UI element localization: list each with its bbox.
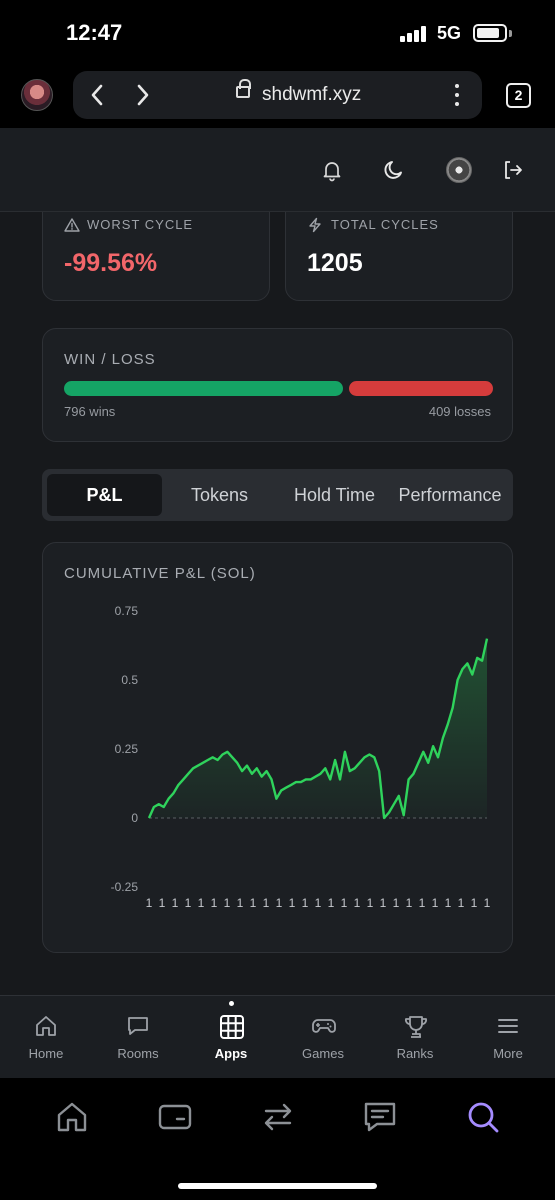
x-tick-label: 1 — [276, 896, 283, 910]
logout-icon[interactable] — [501, 158, 525, 182]
nav-home-label: Home — [28, 1046, 64, 1061]
url-text[interactable]: shdwmf.xyz — [262, 84, 361, 106]
win-loss-card: WIN / LOSS 796 wins 409 losses — [42, 328, 513, 442]
x-tick-label: 1 — [393, 896, 400, 910]
nav-apps[interactable]: Apps — [185, 996, 277, 1079]
pnl-chart-card: CUMULATIVE P&L (SOL) 0.75 0.5 0.25 0 -0.25 1 1… — [42, 542, 513, 953]
losses-bar — [349, 381, 493, 396]
x-tick-label: 1 — [354, 896, 361, 910]
tab-tokens[interactable]: Tokens — [162, 474, 277, 516]
x-tick-label: 1 — [237, 896, 244, 910]
lock-icon — [236, 79, 251, 98]
nav-more-label: More — [493, 1046, 523, 1061]
back-icon[interactable] — [89, 82, 105, 108]
x-tick-label: 1 — [471, 896, 478, 910]
y-tick-label: 0.75 — [115, 604, 139, 618]
losses-count: 409 losses — [428, 404, 491, 419]
trophy-icon — [405, 1016, 427, 1038]
x-tick-label: 1 — [289, 896, 296, 910]
status-time: 12:47 — [66, 20, 123, 45]
tab-pnl[interactable]: P&L — [47, 474, 162, 516]
y-tick-label: 0.5 — [121, 673, 138, 687]
wins-bar — [64, 381, 344, 396]
browser-bar: shdwmf.xyz 2 — [0, 62, 555, 128]
x-tick-label: 1 — [146, 896, 153, 910]
x-tick-label: 1 — [211, 896, 218, 910]
x-tick-label: 1 — [367, 896, 374, 910]
app-bottom-nav: Home Rooms Apps Games Ranks More — [0, 995, 555, 1078]
x-tick-label: 1 — [445, 896, 452, 910]
tab-hold-time[interactable]: Hold Time — [277, 474, 392, 516]
total-cycles-label: TOTAL CYCLES — [331, 217, 439, 232]
signal-icon — [400, 26, 428, 42]
active-indicator — [229, 1001, 234, 1006]
x-tick-label: 1 — [419, 896, 426, 910]
nav-apps-label: Apps — [214, 1046, 248, 1061]
x-tick-label: 1 — [172, 896, 179, 910]
x-tick-label: 1 — [406, 896, 413, 910]
network-type: 5G — [437, 23, 462, 43]
profile-avatar[interactable] — [21, 79, 53, 111]
home-icon — [36, 1016, 56, 1036]
forward-icon[interactable] — [135, 82, 151, 108]
x-tick-label: 1 — [198, 896, 205, 910]
more-options-icon[interactable] — [455, 84, 459, 106]
total-cycles-value: 1205 — [307, 249, 363, 277]
x-tick-label: 1 — [263, 896, 270, 910]
bell-icon[interactable] — [320, 158, 344, 182]
tab-performance[interactable]: Performance — [392, 474, 508, 516]
y-tick-label: 0 — [131, 811, 138, 825]
nav-rooms[interactable]: Rooms — [92, 996, 184, 1079]
x-tick-label: 1 — [458, 896, 465, 910]
y-tick-label: -0.25 — [111, 880, 139, 894]
x-tick-label: 1 — [224, 896, 231, 910]
pnl-area — [149, 638, 487, 818]
x-tick-label: 1 — [341, 896, 348, 910]
pnl-chart: 0.750.50.250-0.251 1 1 1 1 1 1 1 1 1 1 1 1 1 1 1 1 1 1 1 1 1 1… — [111, 604, 491, 910]
tabs-button[interactable]: 2 — [506, 83, 531, 108]
warning-icon — [64, 218, 80, 232]
swap-icon[interactable] — [261, 1100, 295, 1134]
x-tick-label: 1 — [432, 896, 439, 910]
battery-icon — [473, 24, 507, 42]
worst-cycle-label: WORST CYCLE — [87, 217, 194, 232]
menu-icon — [498, 1019, 518, 1033]
status-bar: 12:47 5G — [0, 0, 555, 62]
nav-games[interactable]: Games — [277, 996, 369, 1079]
analytics-tabs: P&L Tokens Hold Time Performance — [42, 469, 513, 521]
x-tick-label: 1 — [159, 896, 166, 910]
home-icon[interactable] — [55, 1100, 89, 1134]
gamepad-icon — [312, 1019, 336, 1033]
moon-icon[interactable] — [382, 158, 406, 182]
x-tick-label: 1 — [302, 896, 309, 910]
nav-games-label: Games — [302, 1046, 344, 1061]
grid-icon — [220, 1015, 244, 1039]
x-tick-label: 1 — [380, 896, 387, 910]
message-icon[interactable] — [363, 1100, 397, 1134]
nav-ranks[interactable]: Ranks — [369, 996, 461, 1079]
app-header — [0, 128, 555, 212]
nav-rooms-label: Rooms — [117, 1046, 159, 1061]
chat-icon — [128, 1017, 148, 1035]
user-avatar[interactable] — [446, 157, 472, 183]
wallet-icon[interactable] — [158, 1100, 192, 1134]
nav-home[interactable]: Home — [0, 996, 92, 1079]
x-tick-label: 1 — [484, 896, 491, 910]
nav-ranks-label: Ranks — [396, 1046, 434, 1061]
browser-toolbar — [0, 1078, 555, 1200]
nav-more[interactable]: More — [462, 996, 554, 1079]
x-tick-label: 1 — [328, 896, 335, 910]
home-indicator — [178, 1183, 377, 1189]
x-tick-label: 1 — [185, 896, 192, 910]
y-tick-label: 0.25 — [115, 742, 139, 756]
wins-count: 796 wins — [64, 404, 116, 419]
search-icon[interactable] — [466, 1100, 500, 1134]
x-tick-label: 1 — [315, 896, 322, 910]
lightning-icon — [309, 217, 321, 233]
worst-cycle-value: -99.56% — [64, 249, 158, 277]
win-loss-title: WIN / LOSS — [64, 351, 156, 368]
x-tick-label: 1 — [250, 896, 257, 910]
